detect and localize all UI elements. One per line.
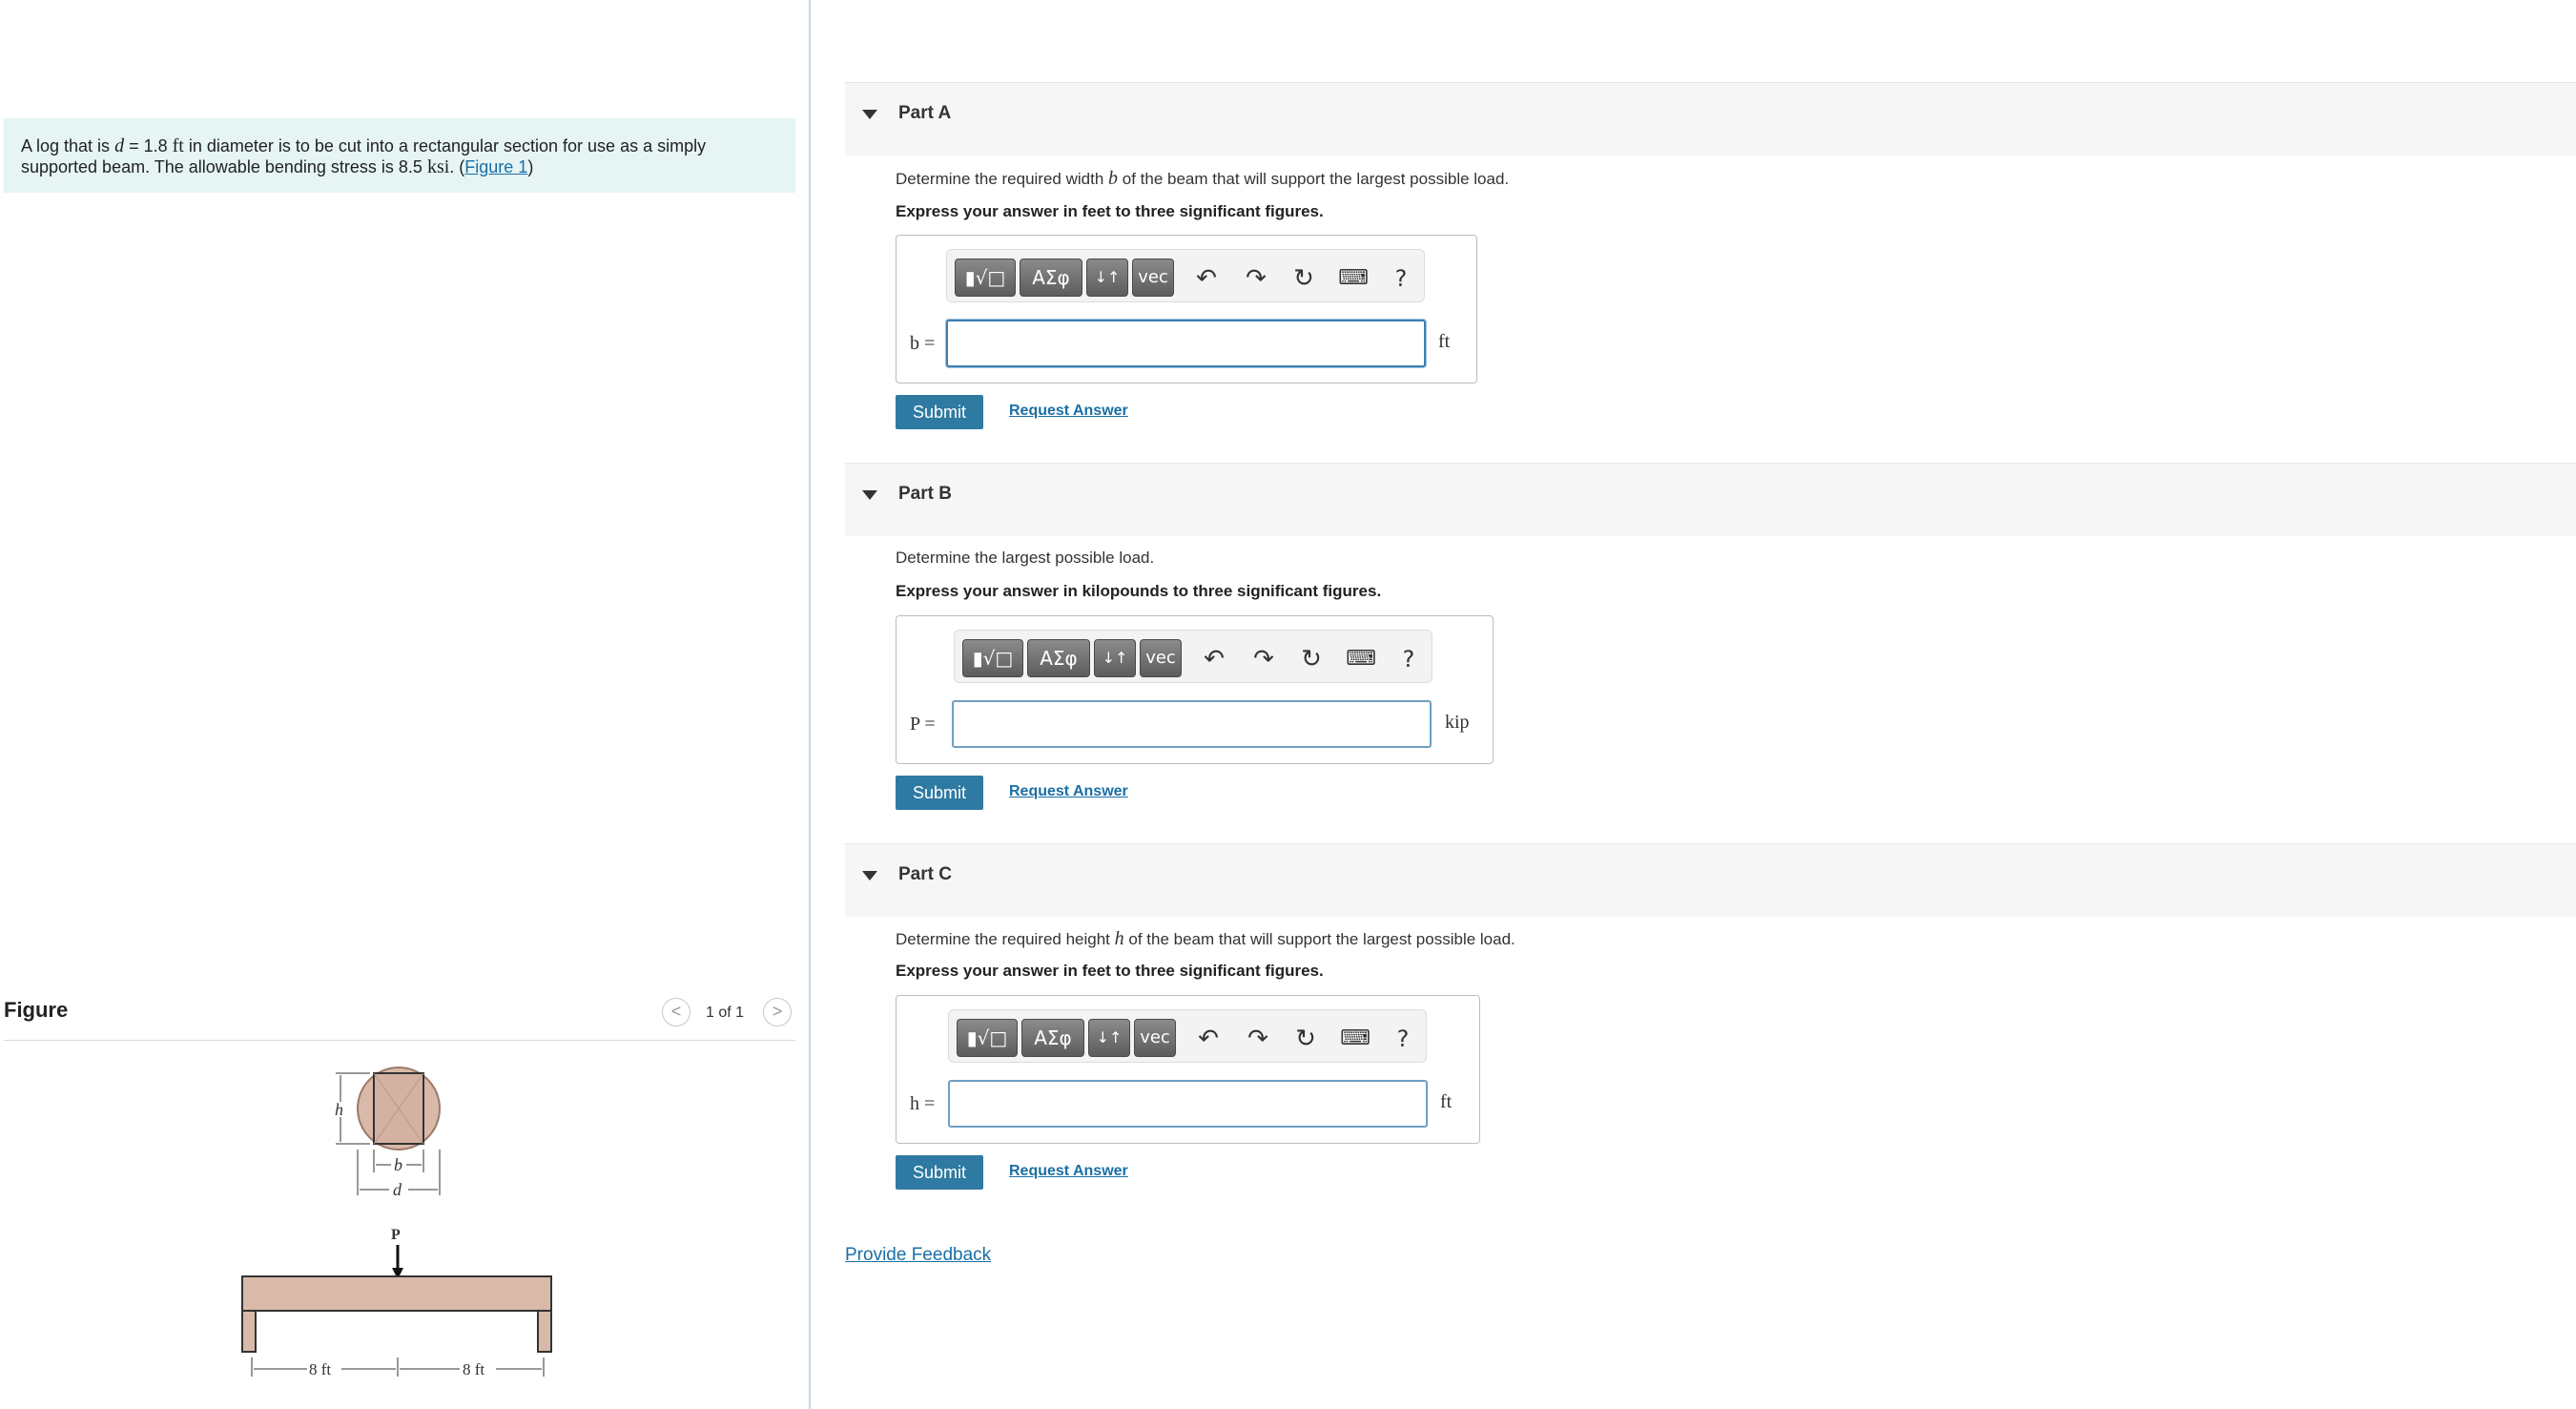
arrows-button[interactable]: ↓↑ (1094, 639, 1136, 677)
beam-figure: h b d P 8 ft 8 ft (241, 1067, 552, 1378)
part-b-answer-box: ▮√□ ΑΣφ ↓↑ vec ↶ ↷ ↻ ⌨ ? P = kip (896, 615, 1494, 764)
part-b-question: Determine the largest possible load. (896, 549, 1154, 568)
part-b-math-toolbar: ▮√□ ΑΣφ ↓↑ vec ↶ ↷ ↻ ⌨ ? (954, 630, 1432, 683)
figure-title: Figure (4, 998, 69, 1022)
greek-symbols-button[interactable]: ΑΣφ (1021, 1019, 1084, 1057)
part-a-question-pre: Determine the required width (896, 170, 1109, 188)
keyboard-icon[interactable]: ⌨ (1340, 1024, 1370, 1054)
part-a-math-toolbar: ▮√□ ΑΣφ ↓↑ vec ↶ ↷ ↻ ⌨ ? (946, 249, 1425, 302)
problem-text-dot: . ( (449, 157, 465, 176)
figure-1-link[interactable]: Figure 1 (464, 157, 527, 176)
part-a-question-var: b (1108, 168, 1119, 189)
part-a-unit: ft (1438, 331, 1451, 352)
vec-button[interactable]: vec (1134, 1019, 1176, 1057)
beam (241, 1275, 552, 1312)
reset-icon[interactable]: ↻ (1290, 1024, 1321, 1054)
figure-header: Figure < 1 of 1 > (4, 992, 795, 1041)
part-a-instruction: Express your answer in feet to three sig… (896, 202, 1324, 220)
part-c-request-answer-link[interactable]: Request Answer (1009, 1163, 1128, 1180)
part-c-math-toolbar: ▮√□ ΑΣφ ↓↑ vec ↶ ↷ ↻ ⌨ ? (948, 1009, 1427, 1063)
part-b-unit: kip (1445, 712, 1470, 733)
label-d: d (393, 1180, 402, 1199)
problem-pane: A log that is d = 1.8 ft in diameter is … (0, 0, 811, 1409)
right-support (537, 1310, 552, 1353)
problem-var-d: d (114, 135, 125, 156)
part-b-request-answer-link[interactable]: Request Answer (1009, 783, 1128, 800)
help-icon[interactable]: ? (1388, 1024, 1418, 1054)
reset-icon[interactable]: ↻ (1288, 263, 1319, 294)
label-h: h (335, 1100, 343, 1119)
templates-button[interactable]: ▮√□ (957, 1019, 1018, 1057)
arrows-button[interactable]: ↓↑ (1086, 259, 1128, 297)
caret-down-icon[interactable] (862, 110, 877, 119)
redo-icon[interactable]: ↷ (1243, 1024, 1273, 1054)
arrows-button[interactable]: ↓↑ (1088, 1019, 1130, 1057)
vec-button[interactable]: vec (1132, 259, 1174, 297)
questions-pane: Part A Determine the required width b of… (845, 0, 2576, 1409)
templates-button[interactable]: ▮√□ (955, 259, 1016, 297)
left-support (241, 1310, 257, 1353)
reset-icon[interactable]: ↻ (1296, 644, 1327, 674)
label-P: P (391, 1227, 401, 1243)
part-b-instruction: Express your answer in kilopounds to thr… (896, 582, 1382, 600)
part-c-question: Determine the required height h of the b… (896, 928, 1515, 950)
part-a-header[interactable]: Part A (845, 82, 2576, 155)
redo-icon[interactable]: ↷ (1241, 263, 1271, 294)
part-a-submit-button[interactable]: Submit (896, 395, 983, 429)
part-c-answer-box: ▮√□ ΑΣφ ↓↑ vec ↶ ↷ ↻ ⌨ ? h = ft (896, 995, 1480, 1144)
undo-icon[interactable]: ↶ (1199, 644, 1229, 674)
problem-unit-ft: ft (172, 135, 184, 156)
caret-down-icon[interactable] (862, 871, 877, 881)
chevron-left-icon[interactable]: < (662, 998, 690, 1026)
problem-text-close: ) (527, 157, 534, 176)
part-a-answer-input[interactable] (946, 320, 1426, 367)
part-c-answer-input[interactable] (948, 1080, 1428, 1128)
part-b-answer-input[interactable] (952, 700, 1432, 748)
chevron-right-icon[interactable]: > (763, 998, 792, 1026)
problem-text-eq: = 1.8 (124, 136, 173, 155)
undo-icon[interactable]: ↶ (1193, 1024, 1224, 1054)
part-c-title[interactable]: Part C (898, 864, 952, 885)
part-a-request-answer-link[interactable]: Request Answer (1009, 403, 1128, 420)
part-c-question-var: h (1114, 928, 1124, 949)
part-c-unit: ft (1440, 1091, 1453, 1112)
span-label-2: 8 ft (463, 1360, 484, 1378)
keyboard-icon[interactable]: ⌨ (1338, 263, 1369, 294)
provide-feedback-link[interactable]: Provide Feedback (845, 1245, 991, 1266)
part-b-answer-label: P = (910, 714, 936, 735)
part-c-submit-button[interactable]: Submit (896, 1155, 983, 1190)
part-c-instruction: Express your answer in feet to three sig… (896, 962, 1324, 980)
caret-down-icon[interactable] (862, 490, 877, 500)
problem-text-pre: A log that is (21, 136, 115, 155)
part-c-question-pre: Determine the required height (896, 930, 1115, 948)
label-b: b (394, 1155, 402, 1174)
figure-page-count: 1 of 1 (706, 1005, 745, 1021)
part-c-question-post: of the beam that will support the larges… (1123, 930, 1515, 948)
part-a-question: Determine the required width b of the be… (896, 168, 1509, 190)
part-b-title[interactable]: Part B (898, 484, 952, 505)
part-a-title[interactable]: Part A (898, 103, 951, 124)
problem-statement: A log that is d = 1.8 ft in diameter is … (4, 118, 795, 193)
undo-icon[interactable]: ↶ (1191, 263, 1222, 294)
part-a-answer-box: ▮√□ ΑΣφ ↓↑ vec ↶ ↷ ↻ ⌨ ? b = ft (896, 235, 1477, 383)
part-b-submit-button[interactable]: Submit (896, 776, 983, 810)
span-label-1: 8 ft (309, 1360, 331, 1378)
part-b-question-pre: Determine the largest possible load. (896, 549, 1155, 567)
part-a-question-post: of the beam that will support the larges… (1118, 170, 1510, 188)
keyboard-icon[interactable]: ⌨ (1346, 644, 1376, 674)
problem-unit-ksi: ksi (426, 156, 450, 177)
greek-symbols-button[interactable]: ΑΣφ (1027, 639, 1090, 677)
part-c-header[interactable]: Part C (845, 843, 2576, 917)
greek-symbols-button[interactable]: ΑΣφ (1020, 259, 1082, 297)
redo-icon[interactable]: ↷ (1248, 644, 1279, 674)
part-a-answer-label: b = (910, 333, 936, 354)
help-icon[interactable]: ? (1393, 644, 1424, 674)
part-c-answer-label: h = (910, 1093, 936, 1114)
part-b-header[interactable]: Part B (845, 463, 2576, 536)
templates-button[interactable]: ▮√□ (962, 639, 1023, 677)
vec-button[interactable]: vec (1140, 639, 1182, 677)
help-icon[interactable]: ? (1386, 263, 1416, 294)
